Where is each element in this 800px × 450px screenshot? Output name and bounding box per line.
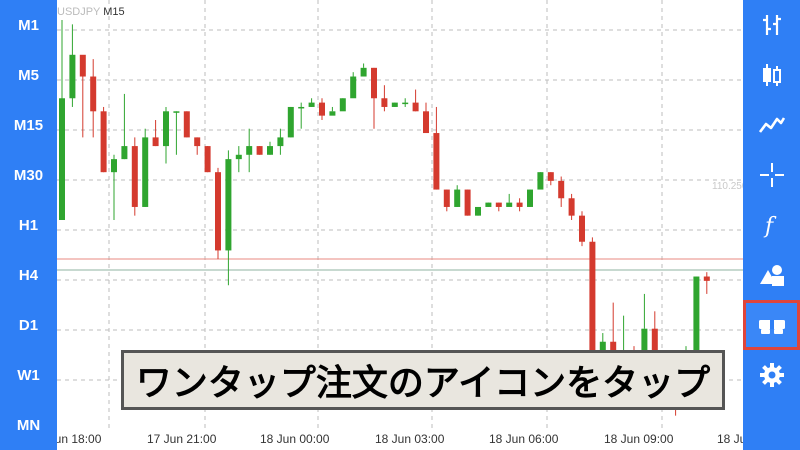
one-tap-trade-icon	[757, 314, 787, 336]
candle-body	[475, 206, 481, 216]
bar-chart-icon	[759, 12, 785, 38]
candle-body	[79, 54, 86, 77]
tool-sidebar: f	[743, 0, 800, 450]
candle-body	[235, 154, 242, 160]
x-axis-label: 17 Jun 18:00	[57, 432, 102, 446]
x-axis-label: 18 Jun 03:00	[375, 432, 445, 446]
candle-body	[131, 146, 138, 207]
x-axis-label: 18 Jun 06:00	[489, 432, 559, 446]
instruction-callout: ワンタップ注文のアイコンをタップ	[121, 350, 725, 410]
candle-body	[568, 198, 575, 216]
x-axis-label: 17 Jun 21:00	[147, 432, 217, 446]
x-axis-label: 18 Jun	[717, 432, 743, 446]
candle-body	[579, 215, 585, 242]
candle-body	[121, 146, 128, 160]
line-chart-button[interactable]	[743, 100, 800, 150]
shapes-icon	[758, 262, 786, 288]
candle-body	[381, 98, 388, 107]
candlestick-icon	[759, 62, 785, 88]
shapes-button[interactable]	[743, 250, 800, 300]
bar-chart-button[interactable]	[743, 0, 800, 50]
candle-body	[402, 102, 409, 105]
candle-body	[516, 202, 523, 207]
candle-body	[506, 202, 513, 207]
crosshair-icon	[758, 161, 786, 189]
candle-body	[360, 67, 367, 77]
candle-body	[527, 189, 533, 207]
candle-body	[183, 111, 190, 138]
candle-body	[412, 102, 419, 112]
timeframe-w1[interactable]: W1	[0, 350, 57, 400]
candle-body	[256, 146, 263, 155]
price-label: 110.250	[712, 181, 743, 192]
candle-body	[464, 189, 471, 216]
timeframe-m15[interactable]: M15	[0, 100, 57, 150]
candle-body	[194, 137, 201, 147]
candle-body	[693, 276, 700, 355]
svg-text:f: f	[763, 214, 777, 238]
candle-body	[225, 159, 232, 251]
candle-body	[537, 172, 544, 190]
function-button[interactable]: f	[743, 200, 800, 250]
candle-body	[423, 111, 429, 134]
candle-body	[246, 146, 253, 155]
candle-body	[152, 137, 159, 147]
candle-body	[308, 102, 315, 107]
gear-icon	[759, 362, 785, 388]
candle-body	[215, 172, 221, 251]
candle-body	[485, 202, 492, 207]
callout-text: ワンタップ注文のアイコンをタップ	[135, 363, 711, 404]
timeframe-h4[interactable]: H4	[0, 250, 57, 300]
timeframe-sidebar: M1 M5 M15 M30 H1 H4 D1 W1 MN	[0, 0, 57, 450]
candle-body	[454, 189, 461, 207]
candle-body	[703, 276, 710, 281]
candle-body	[339, 98, 346, 112]
candle-body	[142, 137, 149, 207]
candle-body	[163, 111, 169, 147]
candle-body	[329, 111, 336, 116]
candle-body	[495, 202, 502, 207]
candle-body	[443, 189, 450, 207]
candlestick-button[interactable]	[743, 50, 800, 100]
candle-body	[277, 137, 284, 147]
candle-body	[111, 159, 117, 173]
candle-body	[90, 76, 97, 112]
candle-body	[319, 102, 325, 116]
x-axis-label: 18 Jun 00:00	[260, 432, 330, 446]
candle-body	[433, 133, 440, 190]
candle-body	[350, 76, 357, 99]
gear-button[interactable]	[743, 350, 800, 400]
symbol-label: USDJPY M15	[57, 6, 125, 18]
line-chart-icon	[758, 112, 786, 138]
candle-body	[391, 102, 398, 107]
candle-body	[267, 146, 273, 155]
candle-body	[173, 111, 180, 113]
candle-body	[371, 67, 377, 99]
timeframe-h1[interactable]: H1	[0, 200, 57, 250]
timeframe-m5[interactable]: M5	[0, 50, 57, 100]
candle-body	[204, 146, 211, 173]
candle-body	[59, 98, 65, 220]
timeframe-mn[interactable]: MN	[0, 400, 57, 450]
candle-body	[100, 111, 107, 173]
symbol-timeframe: M15	[103, 6, 125, 18]
symbol-name: USDJPY	[57, 6, 101, 18]
timeframe-m1[interactable]: M1	[0, 0, 57, 50]
x-axis-label: 18 Jun 09:00	[604, 432, 674, 446]
candle-body	[69, 54, 76, 99]
function-icon: f	[760, 212, 784, 238]
candle-body	[298, 106, 305, 109]
candle-body	[287, 106, 294, 138]
timeframe-m30[interactable]: M30	[0, 150, 57, 200]
candle-body	[558, 180, 565, 199]
timeframe-d1[interactable]: D1	[0, 300, 57, 350]
candle-body	[547, 172, 554, 181]
one-tap-trade-button[interactable]	[743, 300, 800, 350]
crosshair-button[interactable]	[743, 150, 800, 200]
